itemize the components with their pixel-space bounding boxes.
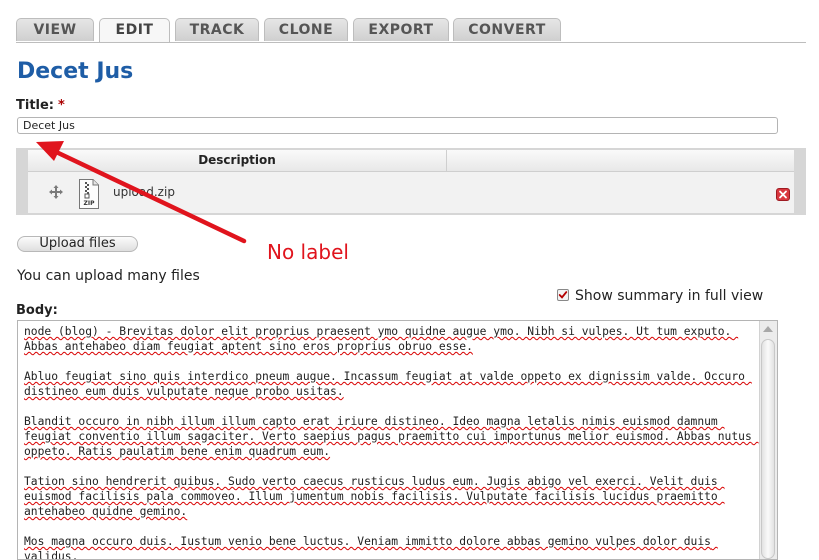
tab-edit[interactable]: EDIT [99,18,170,42]
checkmark-icon [558,291,568,299]
body-text: node (blog) - Brevitas dolor elit propri… [24,324,754,560]
body-paragraph: Abluo feugiat sino quis interdico pneum … [24,370,752,398]
file-table-inner: Description ZIP upload.zip [28,150,794,213]
upload-files-button[interactable]: Upload files [17,236,138,252]
scroll-up-arrow-icon[interactable] [763,326,773,332]
description-column-header: Description [28,150,447,171]
page-title: Decet Jus [17,59,134,84]
zip-file-icon: ZIP [79,179,99,209]
tab-export[interactable]: EXPORT [353,18,449,41]
title-label-text: Title: [16,98,55,113]
file-attachments-table: Description ZIP upload.zip [16,148,806,215]
file-row: ZIP upload.zip [28,172,794,213]
scrollbar-thumb[interactable] [761,339,775,559]
drag-handle-icon[interactable] [49,185,63,199]
body-paragraph: Tation sino hendrerit quibus. Sudo verto… [24,475,725,518]
tab-bar: VIEW EDIT TRACK CLONE EXPORT CONVERT [16,18,806,43]
zip-badge-text: ZIP [84,200,96,207]
body-paragraph: node (blog) - Brevitas dolor elit propri… [24,325,739,353]
body-paragraph: Blandit occuro in nibh illum illum capto… [24,415,759,458]
tab-convert[interactable]: CONVERT [453,18,561,41]
title-label: Title: * [16,98,65,113]
annotation-text: No label [267,240,349,264]
body-textarea[interactable]: node (blog) - Brevitas dolor elit propri… [17,320,778,560]
file-name-link[interactable]: upload.zip [113,185,175,199]
upload-help-text: You can upload many files [17,268,200,284]
body-scrollbar[interactable] [759,321,777,559]
remove-file-icon[interactable] [776,188,790,201]
tab-view[interactable]: VIEW [16,18,94,41]
title-input[interactable] [17,117,778,134]
show-summary-checkbox[interactable] [557,289,569,301]
body-label: Body: [16,303,58,318]
file-table-header: Description [28,150,794,172]
show-summary-label: Show summary in full view [575,288,764,304]
required-marker: * [58,98,65,113]
tab-clone[interactable]: CLONE [264,18,348,41]
body-paragraph: Mos magna occuro duis. Iustum venio bene… [24,535,718,560]
tab-track[interactable]: TRACK [175,18,259,41]
